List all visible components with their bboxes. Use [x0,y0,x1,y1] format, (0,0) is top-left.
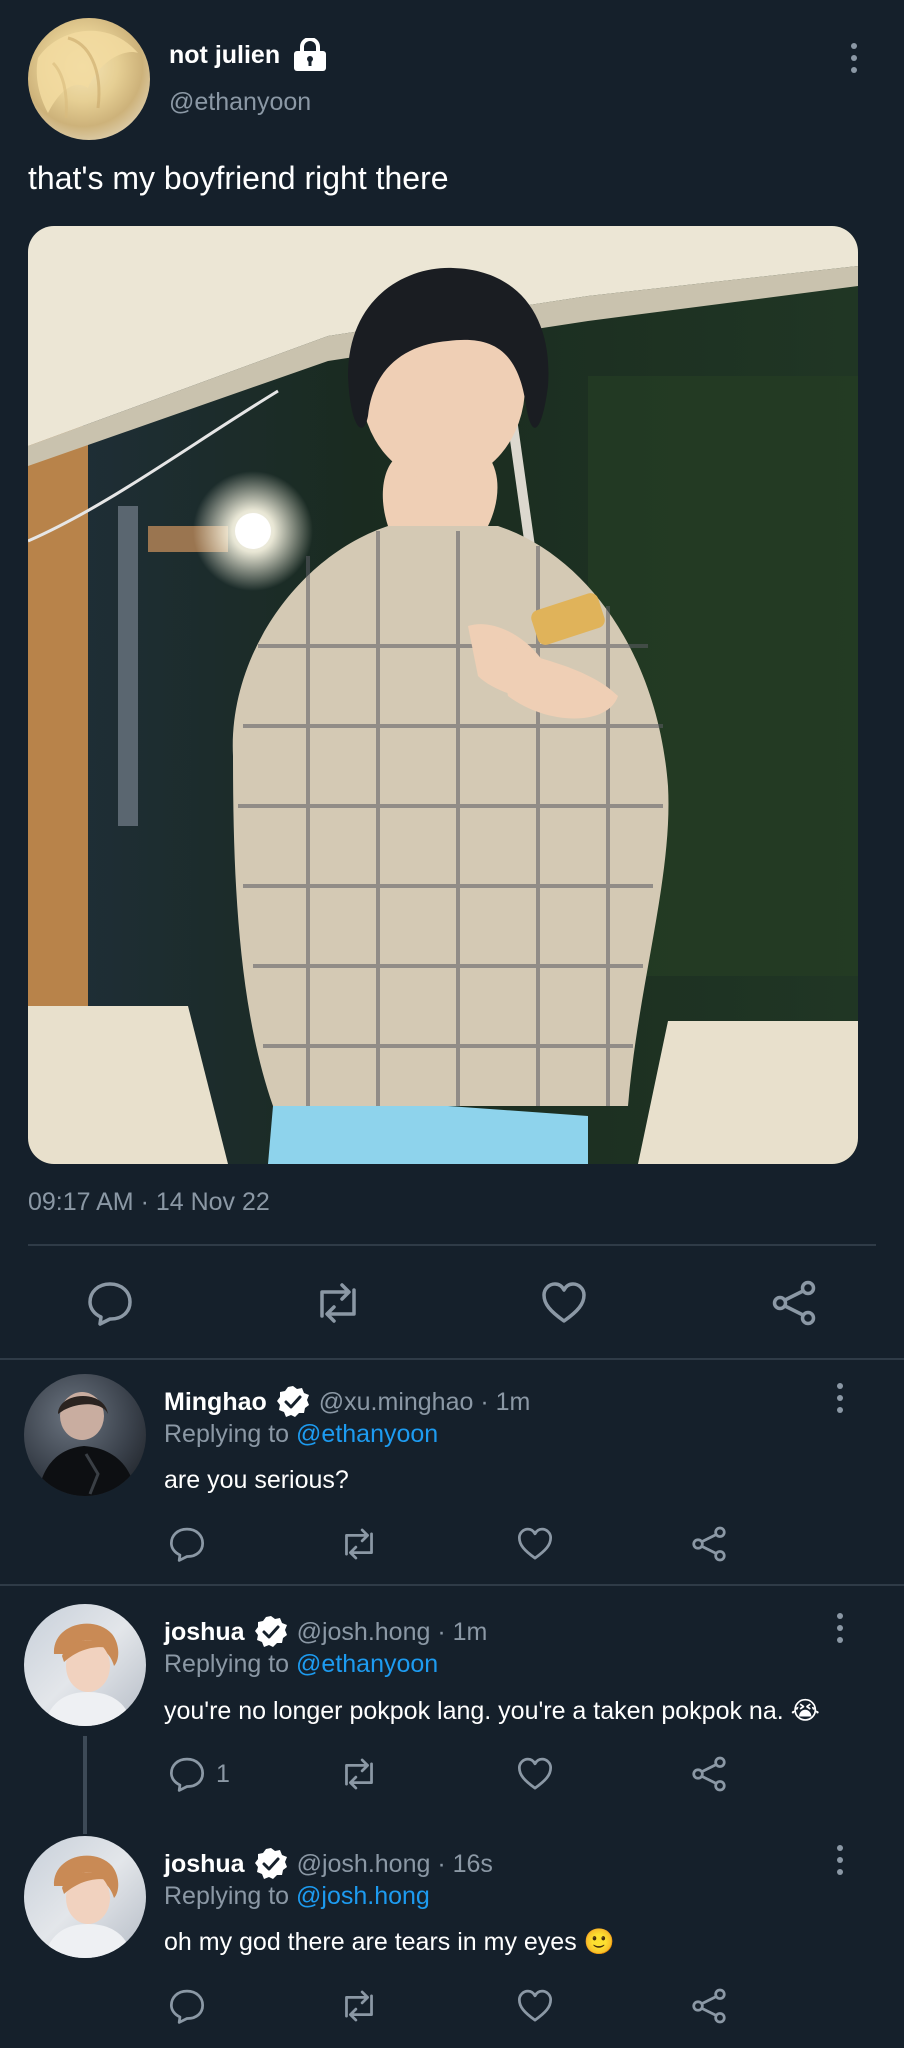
share-icon[interactable] [770,1280,818,1326]
retweet-icon[interactable] [312,1280,364,1326]
share-icon[interactable] [690,1756,728,1792]
more-options-icon[interactable] [826,1840,854,1880]
replying-to-link[interactable]: @josh.hong [296,1882,430,1910]
reply-icon[interactable] [168,1988,206,2024]
like-icon[interactable] [516,1526,554,1562]
tweet-photo[interactable] [28,226,858,1164]
like-icon[interactable] [516,1756,554,1792]
reply-text: are you serious? [164,1466,349,1494]
reply-display-name[interactable]: joshua [164,1850,245,1879]
reply-icon[interactable] [168,1526,206,1562]
reply-text: you're no longer pokpok lang. you're a t… [164,1697,820,1725]
tweet-timestamp[interactable]: 09:17 AM · 14 Nov 22 [28,1188,270,1217]
retweet-icon[interactable] [338,1756,380,1792]
reply-icon[interactable] [168,1756,206,1792]
retweet-icon[interactable] [338,1526,380,1562]
like-icon[interactable] [540,1280,588,1326]
reply-avatar[interactable] [24,1604,146,1726]
more-options-icon[interactable] [826,1608,854,1648]
tweet-text: that's my boyfriend right there [28,160,449,196]
reply-handle-time[interactable]: @josh.hong · 16s [297,1850,493,1879]
section-divider [0,1584,904,1586]
reply-display-name[interactable]: Minghao [164,1388,267,1417]
thread-connector [83,1736,87,1834]
verified-badge-icon [253,1846,289,1882]
reply-avatar[interactable] [24,1374,146,1496]
timestamp-divider [28,1244,876,1246]
reply-handle-time[interactable]: @josh.hong · 1m [297,1618,488,1647]
replying-to-label: Replying to [164,1650,290,1678]
share-icon[interactable] [690,1526,728,1562]
replying-to-link[interactable]: @ethanyoon [296,1420,438,1448]
like-icon[interactable] [516,1988,554,2024]
author-avatar[interactable] [28,18,150,140]
author-display-name[interactable]: not julien [169,41,280,70]
share-icon[interactable] [690,1988,728,2024]
more-options-icon[interactable] [840,38,868,78]
verified-badge-icon [275,1384,311,1420]
verified-badge-icon [253,1614,289,1650]
reply-handle-time[interactable]: @xu.minghao · 1m [319,1388,531,1417]
lock-icon [292,38,328,72]
reply-display-name[interactable]: joshua [164,1618,245,1647]
more-options-icon[interactable] [826,1378,854,1418]
replying-to-label: Replying to [164,1420,290,1448]
section-divider [0,1358,904,1360]
retweet-icon[interactable] [338,1988,380,2024]
replying-to-link[interactable]: @ethanyoon [296,1650,438,1678]
replying-to-label: Replying to [164,1882,290,1910]
reply-count: 1 [216,1759,230,1788]
author-handle[interactable]: @ethanyoon [169,88,311,117]
reply-text: oh my god there are tears in my eyes 🙂 [164,1928,615,1956]
reply-icon[interactable] [86,1280,134,1326]
reply-avatar[interactable] [24,1836,146,1958]
